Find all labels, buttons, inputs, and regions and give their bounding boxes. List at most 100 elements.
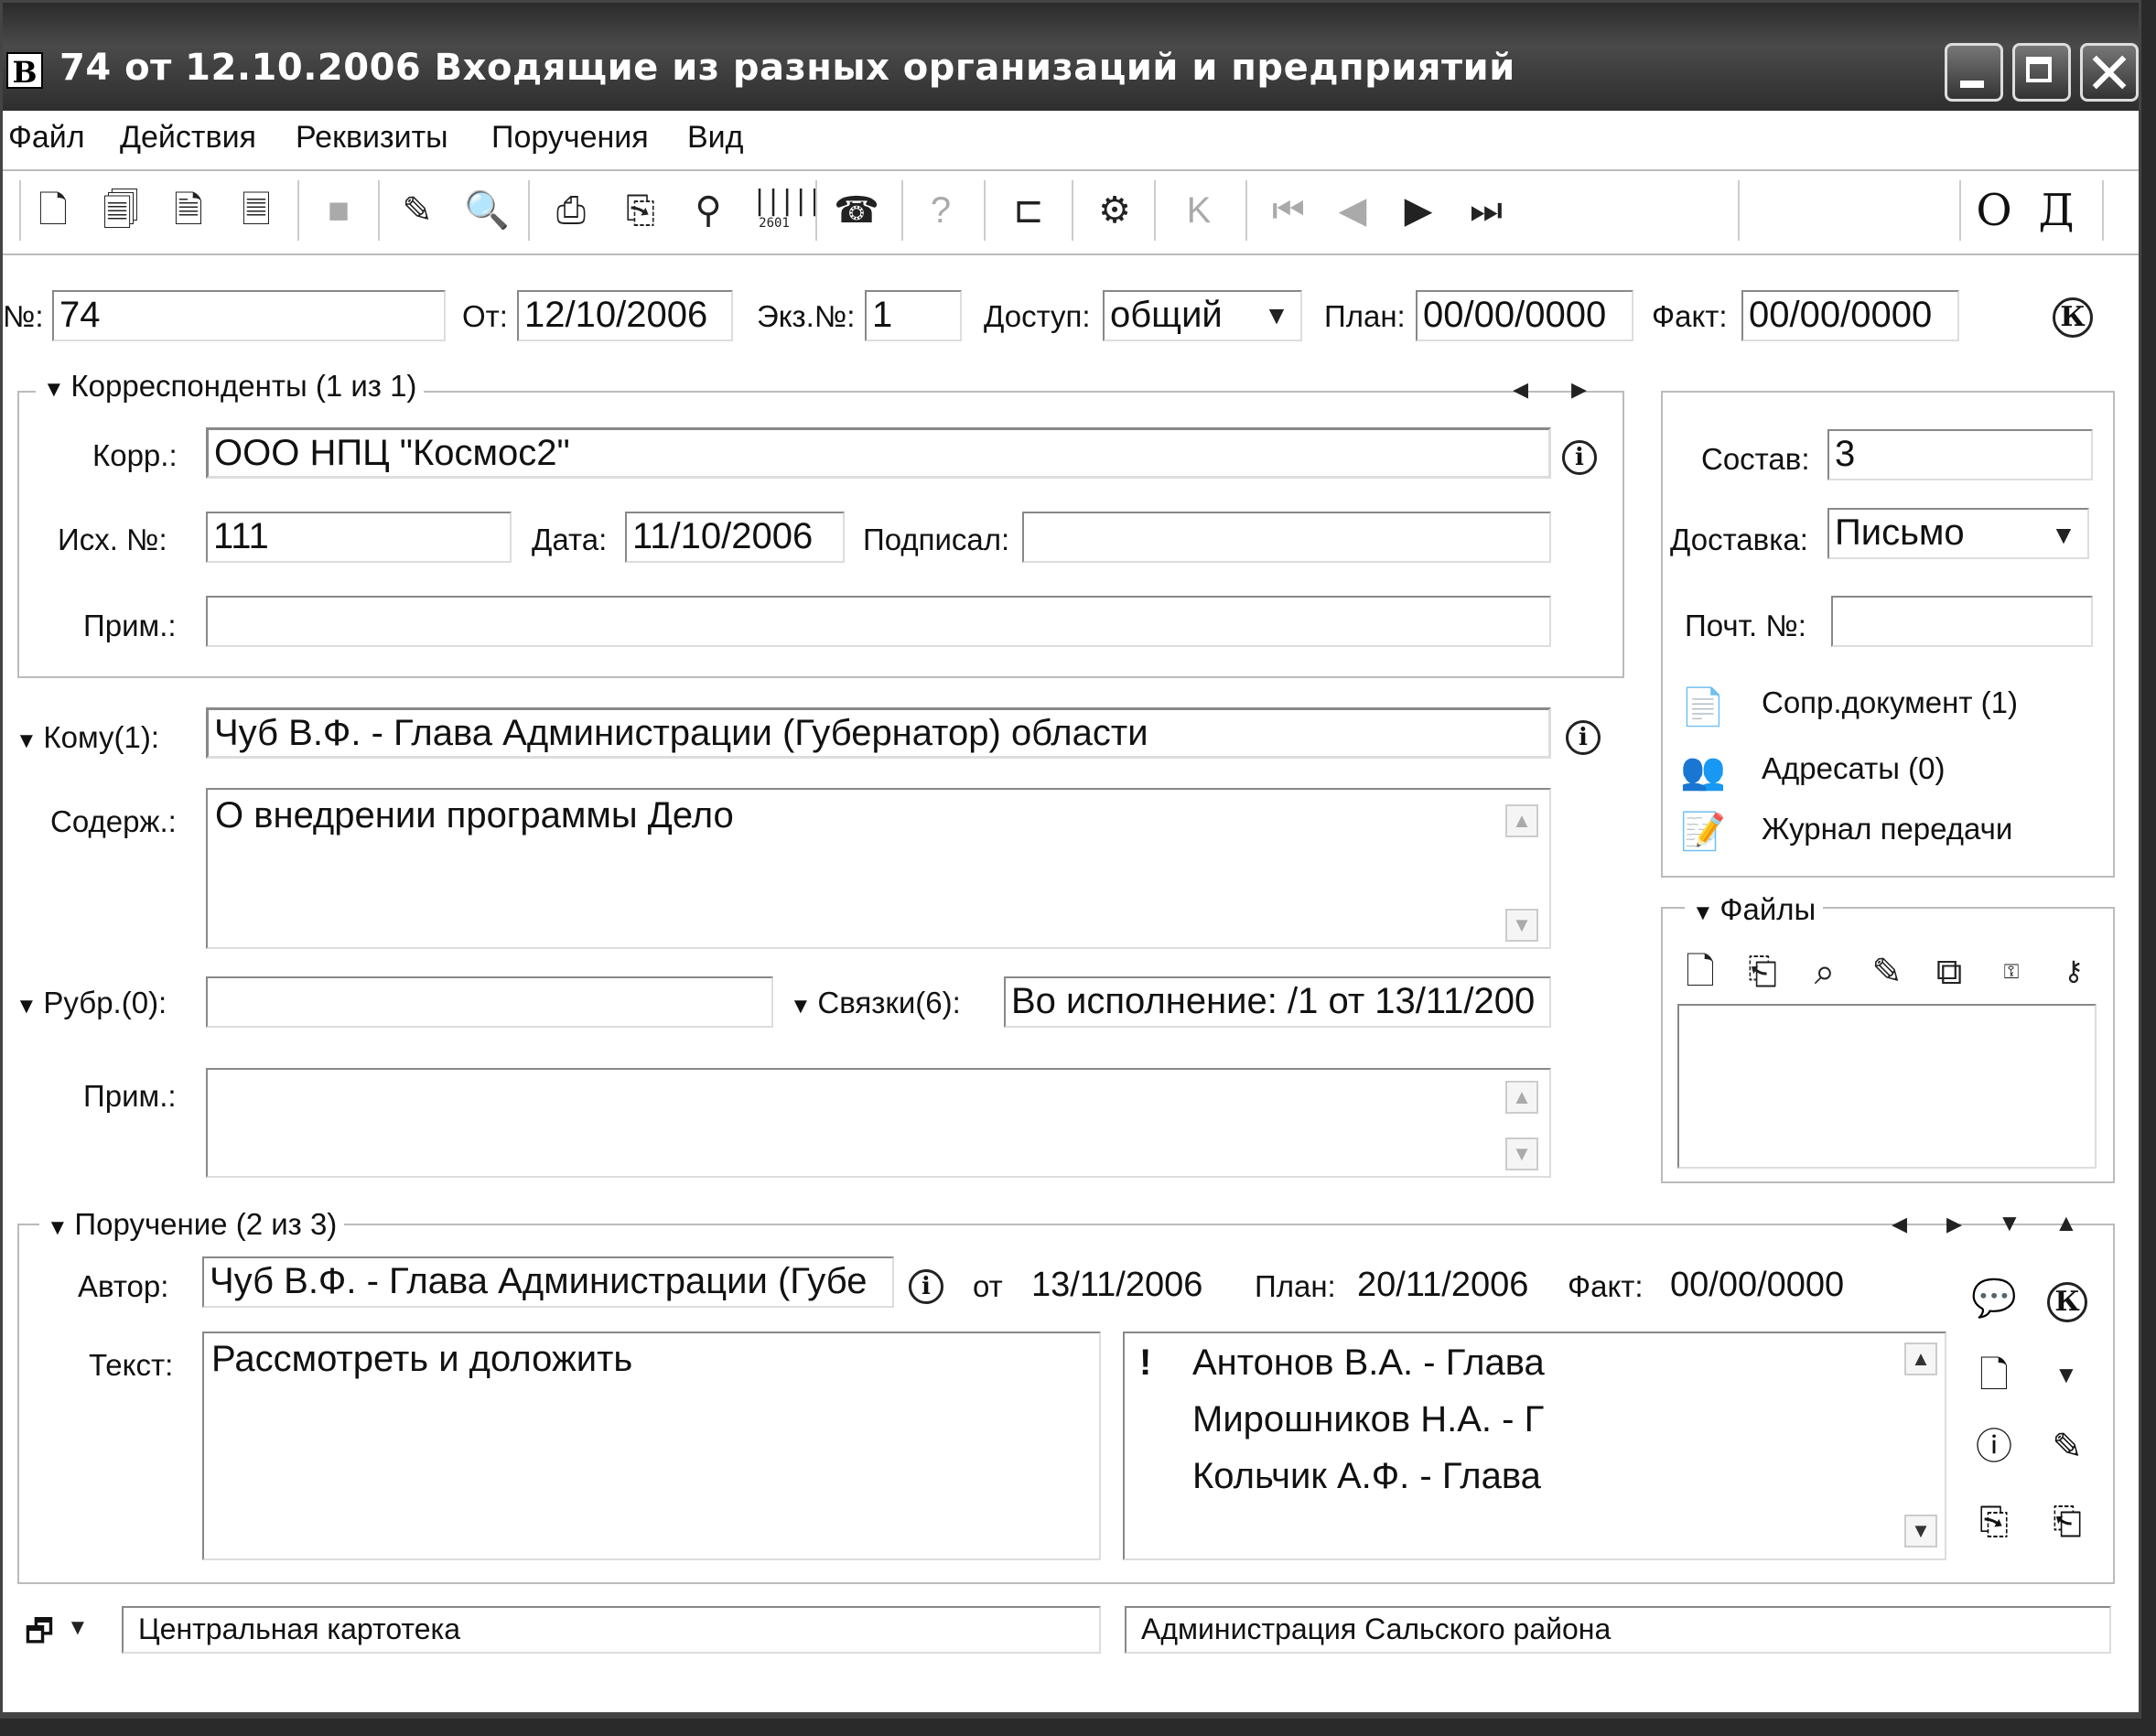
edit-file-icon[interactable]: ✎ xyxy=(1864,947,1910,997)
prev-record-icon[interactable]: ◀ xyxy=(1330,186,1375,235)
control-icon[interactable]: K xyxy=(1176,186,1222,235)
view-file-icon[interactable]: ⌕ xyxy=(1802,947,1848,997)
attached-document-icon[interactable]: 📄 xyxy=(1679,684,1727,731)
edit-card-icon[interactable]: ✎ xyxy=(394,186,440,235)
maximize-button[interactable] xyxy=(2012,43,2071,102)
add-executor-icon[interactable]: 🗋 xyxy=(1970,1352,2018,1399)
executor-item[interactable]: Антонов В.А. - Глава xyxy=(1192,1342,1545,1384)
next-record-icon[interactable]: ▶ xyxy=(1396,186,1441,235)
access-dropdown-icon[interactable]: ▼ xyxy=(1256,294,1297,338)
delivery-dropdown-icon[interactable]: ▼ xyxy=(2043,513,2084,557)
next-assignment-icon[interactable]: ▸ xyxy=(1946,1205,1962,1242)
edit-executor-icon[interactable]: ✎ xyxy=(2043,1423,2091,1471)
comment-icon[interactable]: 💬 xyxy=(1970,1275,2018,1322)
prev-assignment-icon[interactable]: ◂ xyxy=(1892,1205,1907,1242)
links-field[interactable]: Во исполнение: /1 от 13/11/200 xyxy=(1004,976,1551,1028)
corr-info-icon[interactable]: i xyxy=(1562,440,1597,475)
close-button[interactable] xyxy=(2080,43,2139,102)
author-info-icon[interactable]: i xyxy=(909,1269,943,1304)
menu-view[interactable]: Вид xyxy=(687,120,744,156)
author-field[interactable]: Чуб В.Ф. - Глава Администрации (Губе xyxy=(202,1256,894,1308)
to-field[interactable]: Чуб В.Ф. - Глава Администрации (Губернат… xyxy=(206,707,1551,759)
executor-item[interactable]: Мирошников Н.А. - Г xyxy=(1192,1399,1544,1440)
assignment-text-field[interactable]: Рассмотреть и доложить xyxy=(202,1332,1101,1560)
to-info-icon[interactable]: i xyxy=(1566,720,1601,755)
cabinet-icon[interactable]: 🗗 xyxy=(16,1608,63,1655)
links-collapse-icon[interactable]: ▼ xyxy=(790,994,817,1019)
executors-scroll-down-icon[interactable]: ▼ xyxy=(1904,1515,1937,1547)
scan-file-icon[interactable]: ⎗ xyxy=(1740,947,1785,997)
copy-file-icon[interactable]: ⧉ xyxy=(1926,947,1972,997)
new-doc-link-icon[interactable]: 🗏 xyxy=(233,186,279,235)
menu-assignments[interactable]: Поручения xyxy=(491,120,649,156)
toolbar-o-button[interactable]: О xyxy=(1967,182,2021,239)
prev-correspondent-icon[interactable]: ◂ xyxy=(1513,371,1528,407)
rubric-label[interactable]: ▼ Рубр.(0): xyxy=(16,986,167,1020)
files-title[interactable]: ▼ Файлы xyxy=(1685,892,1824,927)
addressees-icon[interactable]: 👥 xyxy=(1679,748,1727,795)
copy-number-field[interactable]: 1 xyxy=(865,290,962,341)
last-record-icon[interactable]: ⏭ xyxy=(1463,186,1509,235)
corr-date-field[interactable]: 11/10/2006 xyxy=(625,512,845,563)
plan-date-field[interactable]: 00/00/0000 xyxy=(1416,290,1633,341)
print-icon[interactable]: ⎙ xyxy=(548,186,594,235)
rubric-field[interactable] xyxy=(206,976,773,1028)
from-date-field[interactable]: 12/10/2006 xyxy=(517,290,733,341)
new-doc-register-icon[interactable]: 🗎 xyxy=(166,186,211,235)
rubric-icon[interactable]: ⊏ xyxy=(1006,186,1051,235)
signed-field[interactable] xyxy=(1022,512,1551,563)
title-bar[interactable]: В 74 от 12.10.2006 Входящие из разных ор… xyxy=(3,3,2139,111)
outnum-field[interactable]: 111 xyxy=(206,512,512,563)
control-mark-icon[interactable]: К xyxy=(2053,297,2093,338)
assignment-control-icon[interactable]: К xyxy=(2047,1282,2087,1322)
view-card-icon[interactable]: 🔍 xyxy=(464,186,510,235)
new-doc-copy-icon[interactable]: 🗐 xyxy=(98,186,144,235)
note-scroll-up-icon[interactable]: ▲ xyxy=(1505,1081,1538,1114)
corr-field[interactable]: ООО НПЦ "Космос2" xyxy=(206,427,1551,479)
collapse-icon[interactable]: ▼ xyxy=(43,377,70,402)
assignment-title[interactable]: ▼ Поручение (2 из 3) xyxy=(39,1207,345,1242)
to-label[interactable]: ▼ Кому(1): xyxy=(16,720,159,755)
assignment-down-icon[interactable]: ▼ xyxy=(1998,1209,2021,1237)
report-executor-icon[interactable]: ⎗ xyxy=(2043,1498,2091,1546)
transfer-journal-icon[interactable]: 📝 xyxy=(1679,808,1727,856)
body-note-field[interactable] xyxy=(206,1068,1551,1178)
content-scroll-down-icon[interactable]: ▼ xyxy=(1505,909,1538,942)
executors-scroll-up-icon[interactable]: ▲ xyxy=(1904,1342,1937,1375)
transfer-journal-link[interactable]: Журнал передачи xyxy=(1762,812,2012,846)
number-field[interactable]: 74 xyxy=(52,290,446,341)
content-scroll-up-icon[interactable]: ▲ xyxy=(1505,804,1538,837)
toolbar-d-button[interactable]: Д xyxy=(2029,182,2084,239)
settings-icon[interactable]: ⚙ xyxy=(1092,186,1137,235)
postal-number-field[interactable] xyxy=(1831,596,2093,647)
next-correspondent-icon[interactable]: ▸ xyxy=(1571,371,1587,407)
addressee-icon[interactable]: ☎ xyxy=(834,186,879,235)
stop-icon[interactable]: ■ xyxy=(316,186,361,235)
fact-date-field[interactable]: 00/00/0000 xyxy=(1741,290,1959,341)
add-file-icon[interactable]: 🗋 xyxy=(1677,947,1723,997)
new-doc-icon[interactable]: 🗋 xyxy=(30,186,76,235)
executors-list[interactable]: ! Антонов В.А. - Глава Мирошников Н.А. -… xyxy=(1123,1332,1946,1560)
menu-actions[interactable]: Действия xyxy=(120,120,256,156)
minimize-button[interactable] xyxy=(1945,43,2003,102)
to-collapse-icon[interactable]: ▼ xyxy=(16,728,43,753)
sign-file-icon[interactable]: ⚷ xyxy=(2051,947,2097,997)
content-field[interactable]: О внедрении программы Дело xyxy=(206,788,1551,949)
files-list[interactable] xyxy=(1677,1004,2097,1169)
stamp-icon[interactable]: ⚲ xyxy=(685,186,731,235)
assignment-up-icon[interactable]: ▲ xyxy=(2054,1209,2078,1237)
links-label[interactable]: ▼ Связки(6): xyxy=(790,986,961,1020)
executor-info-icon[interactable]: ⓘ xyxy=(1970,1423,2018,1471)
help-doc-icon[interactable]: ? xyxy=(918,186,964,235)
note-scroll-down-icon[interactable]: ▼ xyxy=(1505,1138,1538,1170)
barcode-icon[interactable]: ||||| 2601 xyxy=(751,186,823,235)
add-executor-dropdown-icon[interactable]: ▼ xyxy=(2054,1361,2078,1389)
print-preview-icon[interactable]: ⎘ xyxy=(618,186,663,235)
first-record-icon[interactable]: ⏮ xyxy=(1266,186,1311,235)
rubric-collapse-icon[interactable]: ▼ xyxy=(16,994,43,1019)
files-collapse-icon[interactable]: ▼ xyxy=(1692,900,1719,925)
addressees-link[interactable]: Адресаты (0) xyxy=(1762,751,1945,786)
composition-field[interactable]: 3 xyxy=(1827,429,2093,480)
encrypt-file-icon[interactable]: ⚿ xyxy=(1989,947,2034,997)
app-icon[interactable]: В xyxy=(6,52,43,90)
